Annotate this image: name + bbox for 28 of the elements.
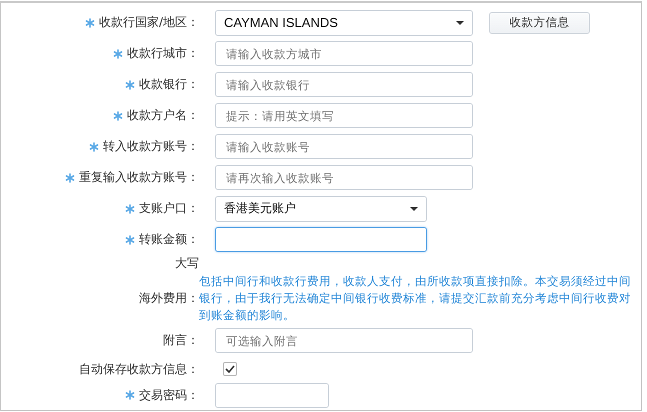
password-field[interactable]: [215, 382, 329, 408]
input-field[interactable]: 请输入收款账号: [215, 134, 473, 159]
caret-icon: [410, 206, 418, 210]
field-label: 转账金额：: [139, 231, 199, 248]
amount-field[interactable]: [215, 227, 427, 252]
fee-notice: 包括中间行和收款行费用，收款人支付，由所收款项直接扣除。本交易须经过中间银行，由于我行无法确定中间银行收费标准，请提交汇款前充分考虑中间行收费对到账金额的影响。: [199, 272, 632, 324]
payee-info-button[interactable]: 收款方信息: [489, 12, 590, 34]
input-field[interactable]: 提示：请用英文填写: [215, 103, 473, 128]
field-label: 海外费用：: [139, 290, 199, 306]
field-label: 收款行城市：: [127, 45, 199, 62]
field-label: 收款方户名：: [127, 107, 199, 124]
input-field[interactable]: 请输入收款银行: [215, 72, 473, 97]
field-label: 支账户口：: [139, 200, 199, 217]
input-field[interactable]: 请输入收款方城市: [215, 41, 473, 66]
field-label: 附言：: [163, 332, 199, 349]
field-label: 交易密码：: [139, 386, 199, 404]
dropdown[interactable]: 香港美元账户: [215, 196, 427, 222]
dropdown[interactable]: CAYMAN ISLANDS: [215, 10, 473, 36]
field-label: 重复输入收款方账号：: [79, 169, 199, 186]
field-label: 收款银行：: [139, 76, 199, 93]
field-label: 自动保存收款方信息：: [79, 360, 199, 378]
input-field[interactable]: 请再次输入收款账号: [215, 165, 473, 190]
field-label: 大写: [175, 255, 199, 272]
field-label: 收款行国家/地区：: [98, 14, 199, 31]
input-field[interactable]: 可选输入附言: [215, 328, 473, 353]
caret-icon: [456, 20, 464, 24]
checkbox[interactable]: [223, 362, 237, 376]
field-label: 转入收款方账号：: [103, 138, 199, 155]
